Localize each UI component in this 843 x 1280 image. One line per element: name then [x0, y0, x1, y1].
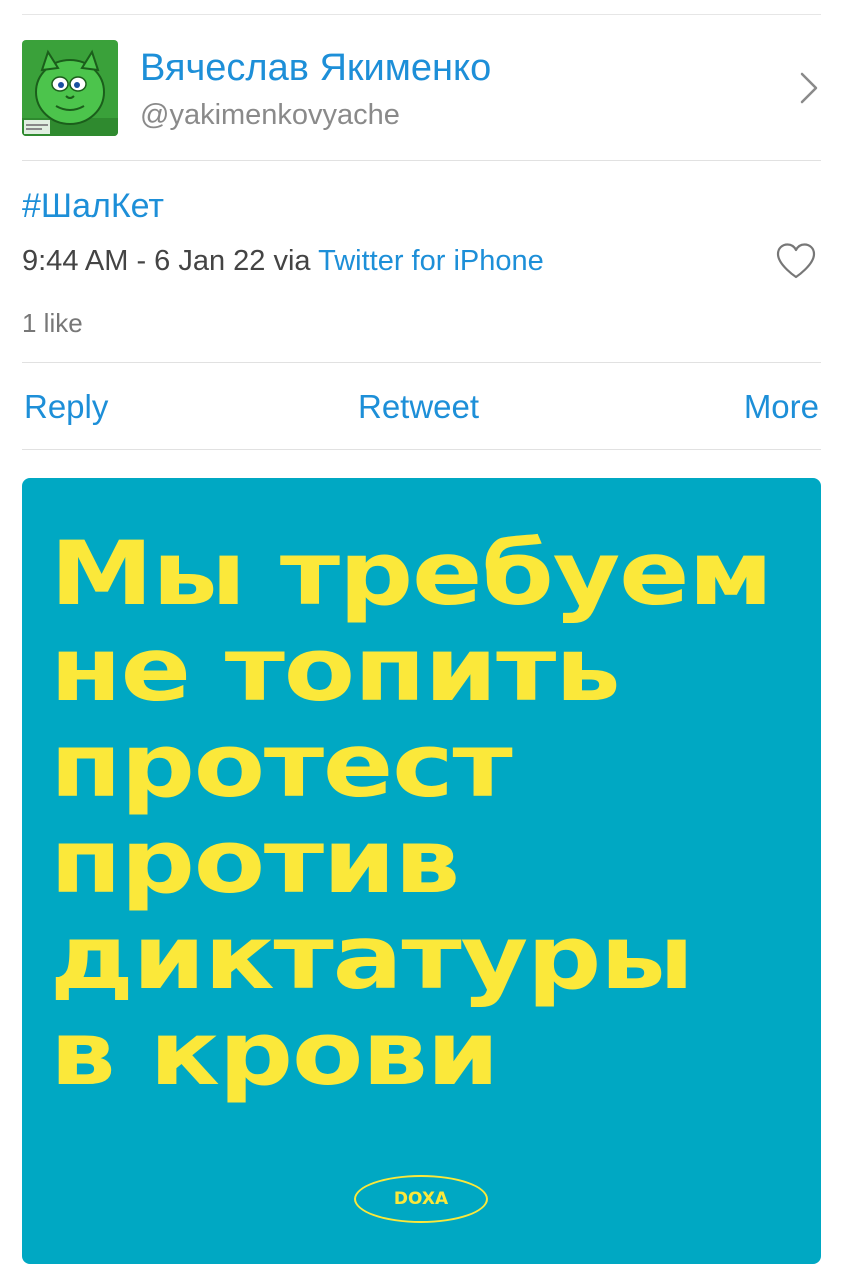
- reply-button[interactable]: Reply: [24, 388, 108, 426]
- poster-line: диктатуры: [50, 906, 694, 1009]
- tweet-media-image[interactable]: Мы требуем не топить протест против дикт…: [22, 478, 821, 1264]
- tweet-meta: 9:44 AM - 6 Jan 22 via Twitter for iPhon…: [22, 244, 544, 278]
- chevron-right-icon[interactable]: [797, 70, 821, 106]
- avatar[interactable]: [22, 40, 118, 136]
- display-name[interactable]: Вячеслав Якименко: [140, 46, 491, 90]
- author-divider: [22, 160, 821, 161]
- poster-line: в крови: [50, 1002, 499, 1105]
- actions-bottom-divider: [22, 449, 821, 450]
- hashtag-link[interactable]: #ШалКет: [22, 186, 164, 226]
- doxa-logo: DOXA: [354, 1175, 488, 1223]
- more-button[interactable]: More: [744, 388, 819, 426]
- retweet-button[interactable]: Retweet: [358, 388, 479, 426]
- poster-line: протест: [50, 714, 513, 817]
- green-cat-avatar-icon: [22, 40, 118, 136]
- heart-icon[interactable]: [775, 242, 817, 280]
- tweet-source-link[interactable]: Twitter for iPhone: [318, 245, 544, 277]
- like-count[interactable]: 1 like: [22, 308, 83, 338]
- tweet-timestamp: 9:44 AM - 6 Jan 22 via: [22, 245, 319, 277]
- actions-top-divider: [22, 362, 821, 363]
- poster-line: Мы требуем: [50, 522, 773, 625]
- poster-line: не топить: [50, 618, 621, 721]
- user-handle: @yakimenkovyache: [140, 99, 400, 131]
- poster-line: против: [50, 810, 460, 913]
- author-profile-link[interactable]: Вячеслав Якименко @yakimenkovyache: [22, 40, 821, 138]
- top-divider: [22, 14, 821, 15]
